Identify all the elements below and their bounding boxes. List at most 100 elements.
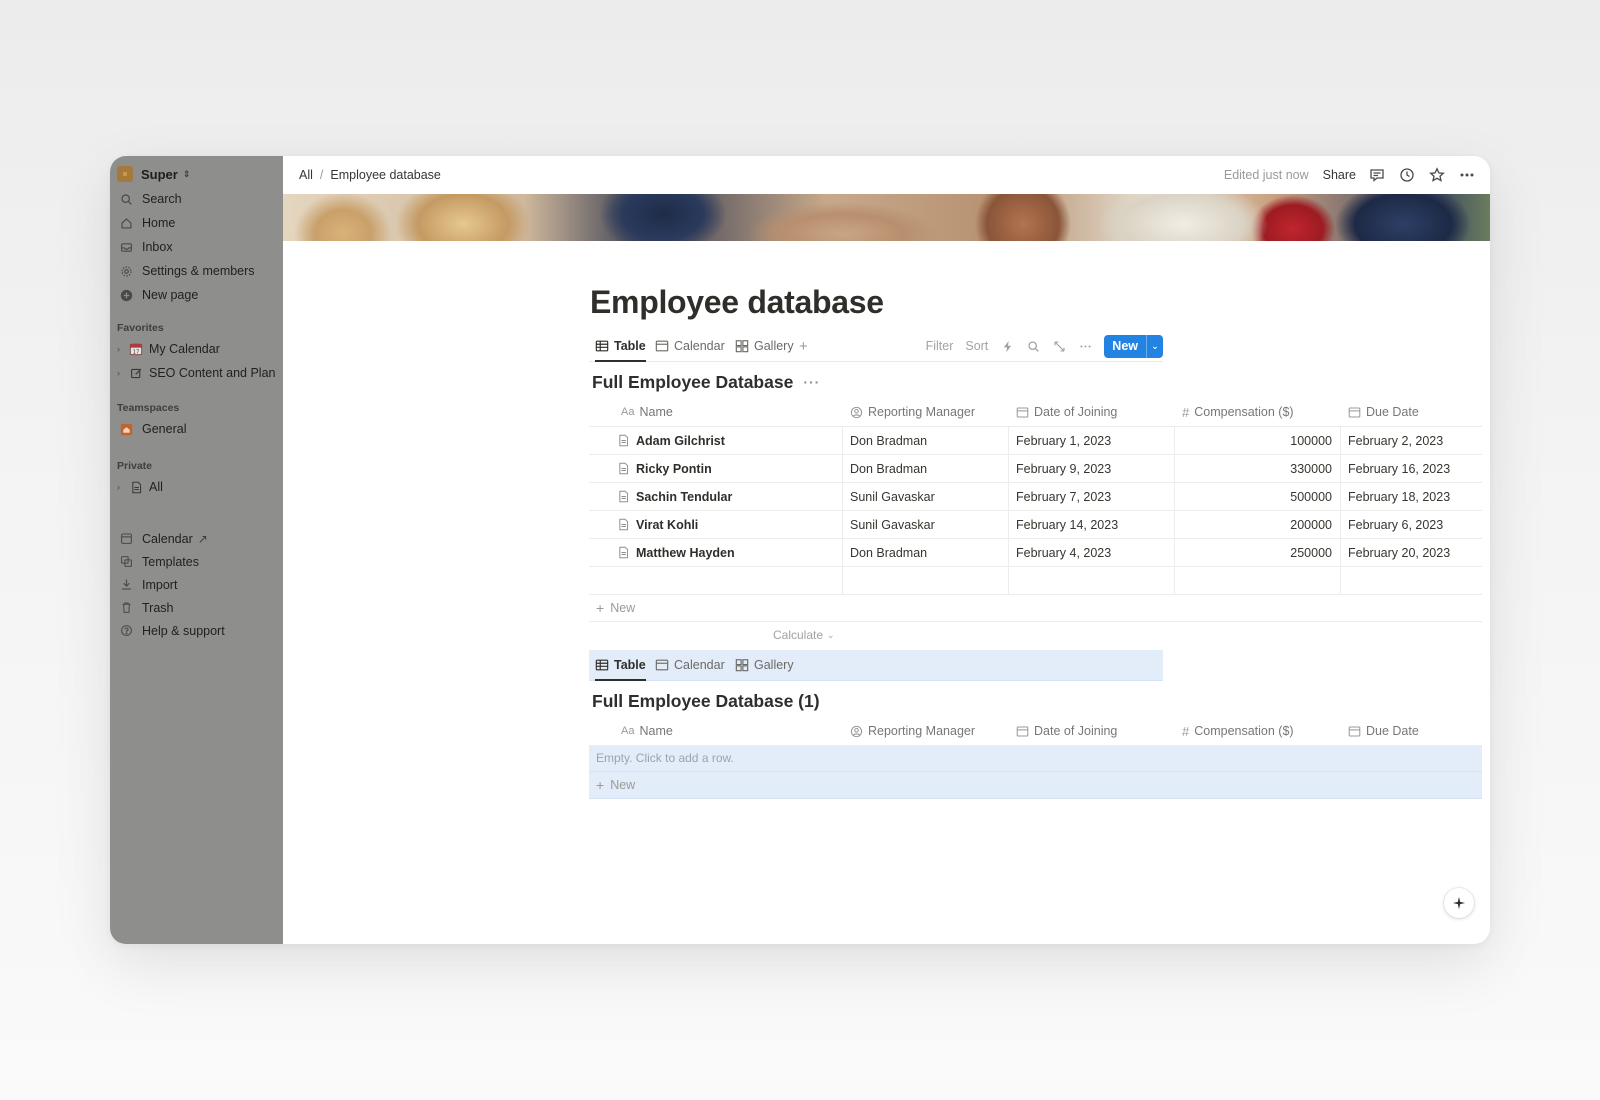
breadcrumb-item-current[interactable]: Employee database — [330, 168, 441, 182]
ai-assistant-button[interactable] — [1444, 888, 1474, 918]
sidebar-item-help[interactable]: Help & support — [110, 619, 283, 642]
more-horizontal-icon[interactable] — [1458, 166, 1476, 184]
cell-due-date[interactable]: February 2, 2023 — [1341, 427, 1482, 454]
more-horizontal-icon[interactable]: ··· — [803, 374, 820, 390]
sidebar-item-settings[interactable]: Settings & members — [110, 259, 283, 283]
sort-button[interactable]: Sort — [965, 339, 988, 353]
table-row[interactable]: Matthew Hayden Don Bradman February 4, 2… — [589, 539, 1482, 567]
cell-compensation[interactable] — [1175, 567, 1341, 594]
cell-name[interactable]: Virat Kohli — [589, 511, 843, 538]
cell-manager[interactable]: Sunil Gavaskar — [843, 483, 1009, 510]
calculate-button[interactable]: Calculate ⌄ — [589, 622, 1482, 648]
automation-bolt-icon[interactable] — [1000, 339, 1014, 353]
cell-doj[interactable]: February 7, 2023 — [1009, 483, 1175, 510]
sidebar-item-inbox[interactable]: Inbox — [110, 235, 283, 259]
sidebar-item-new-page[interactable]: New page — [110, 283, 283, 307]
cell-compensation[interactable]: 330000 — [1175, 455, 1341, 482]
empty-table-placeholder[interactable]: Empty. Click to add a row. — [589, 745, 1482, 772]
column-header-compensation[interactable]: # Compensation ($) — [1175, 717, 1341, 745]
star-icon[interactable] — [1428, 166, 1446, 184]
cell-compensation[interactable]: 100000 — [1175, 427, 1341, 454]
sidebar-item-all[interactable]: › All — [110, 475, 283, 499]
filter-button[interactable]: Filter — [926, 339, 954, 353]
cell-due-date[interactable]: February 16, 2023 — [1341, 455, 1482, 482]
table-row-empty[interactable] — [589, 567, 1482, 595]
cell-compensation[interactable]: 200000 — [1175, 511, 1341, 538]
column-header-name[interactable]: Aa Name — [589, 717, 843, 745]
comment-icon[interactable] — [1368, 166, 1386, 184]
share-button[interactable]: Share — [1323, 168, 1356, 182]
sidebar-item-calendar[interactable]: Calendar ↗ — [110, 527, 283, 550]
new-button-label[interactable]: New — [1104, 335, 1146, 358]
column-header-doj[interactable]: Date of Joining — [1009, 398, 1175, 426]
search-icon[interactable] — [1026, 339, 1040, 353]
sidebar-item-my-calendar[interactable]: › 17 My Calendar — [110, 337, 283, 361]
tab-label: Calendar — [674, 658, 725, 672]
tab-gallery[interactable]: Gallery — [735, 331, 794, 361]
cover-image[interactable] — [283, 194, 1490, 241]
breadcrumb-item-all[interactable]: All — [299, 168, 313, 182]
db-title-text[interactable]: Full Employee Database (1) — [592, 691, 820, 712]
cell-manager[interactable]: Don Bradman — [843, 539, 1009, 566]
cell-name[interactable] — [589, 567, 843, 594]
cell-doj[interactable] — [1009, 567, 1175, 594]
cell-manager[interactable] — [843, 567, 1009, 594]
cell-name[interactable]: Matthew Hayden — [589, 539, 843, 566]
sidebar-item-import[interactable]: Import — [110, 573, 283, 596]
page-title[interactable]: Employee database — [590, 282, 1490, 322]
cell-doj[interactable]: February 4, 2023 — [1009, 539, 1175, 566]
chevron-right-icon[interactable]: › — [117, 482, 126, 492]
cell-manager[interactable]: Sunil Gavaskar — [843, 511, 1009, 538]
cell-doj[interactable]: February 14, 2023 — [1009, 511, 1175, 538]
tab-table[interactable]: Table — [595, 331, 646, 362]
db-title-text[interactable]: Full Employee Database — [592, 372, 793, 393]
cell-manager[interactable]: Don Bradman — [843, 455, 1009, 482]
column-header-compensation[interactable]: # Compensation ($) — [1175, 398, 1341, 426]
cell-doj[interactable]: February 9, 2023 — [1009, 455, 1175, 482]
new-record-button[interactable]: New ⌄ — [1104, 334, 1163, 358]
cell-compensation[interactable]: 500000 — [1175, 483, 1341, 510]
cell-due-date[interactable]: February 6, 2023 — [1341, 511, 1482, 538]
tab-calendar[interactable]: Calendar — [655, 650, 725, 680]
sidebar-item-general[interactable]: General — [110, 417, 283, 441]
workspace-switcher[interactable]: Super ⇕ — [117, 164, 283, 184]
column-header-due-date[interactable]: Due Date — [1341, 398, 1482, 426]
column-header-doj[interactable]: Date of Joining — [1009, 717, 1175, 745]
table-row[interactable]: Sachin Tendular Sunil Gavaskar February … — [589, 483, 1482, 511]
cell-doj[interactable]: February 1, 2023 — [1009, 427, 1175, 454]
more-horizontal-icon[interactable] — [1078, 339, 1092, 353]
cell-name[interactable]: Ricky Pontin — [589, 455, 843, 482]
cell-manager[interactable]: Don Bradman — [843, 427, 1009, 454]
add-row-button[interactable]: + New — [589, 772, 1482, 799]
add-row-button[interactable]: + New — [589, 595, 1482, 622]
column-header-due-date[interactable]: Due Date — [1341, 717, 1482, 745]
cell-due-date[interactable]: February 20, 2023 — [1341, 539, 1482, 566]
tab-gallery[interactable]: Gallery — [735, 650, 794, 680]
add-view-button[interactable]: + — [799, 331, 808, 361]
sidebar-item-search[interactable]: Search — [110, 187, 283, 211]
workspace-name: Super — [141, 166, 178, 182]
cell-name[interactable]: Sachin Tendular — [589, 483, 843, 510]
chevron-down-icon[interactable]: ⌄ — [1146, 334, 1163, 358]
expand-icon[interactable] — [1052, 339, 1066, 353]
sidebar-item-trash[interactable]: Trash — [110, 596, 283, 619]
chevron-right-icon[interactable]: › — [117, 368, 126, 378]
tab-calendar[interactable]: Calendar — [655, 331, 725, 361]
sidebar-item-templates[interactable]: Templates — [110, 550, 283, 573]
table-row[interactable]: Virat Kohli Sunil Gavaskar February 14, … — [589, 511, 1482, 539]
cell-compensation[interactable]: 250000 — [1175, 539, 1341, 566]
table-row[interactable]: Adam Gilchrist Don Bradman February 1, 2… — [589, 427, 1482, 455]
cell-due-date[interactable]: February 18, 2023 — [1341, 483, 1482, 510]
column-header-manager[interactable]: Reporting Manager — [843, 717, 1009, 745]
chevron-right-icon[interactable]: › — [117, 344, 126, 354]
table-row[interactable]: Ricky Pontin Don Bradman February 9, 202… — [589, 455, 1482, 483]
sidebar-item-seo-content[interactable]: › SEO Content and Plan — [110, 361, 283, 385]
tab-table[interactable]: Table — [595, 650, 646, 681]
cell-name[interactable]: Adam Gilchrist — [589, 427, 843, 454]
history-icon[interactable] — [1398, 166, 1416, 184]
table-icon — [595, 659, 609, 671]
cell-due-date[interactable] — [1341, 567, 1482, 594]
column-header-manager[interactable]: Reporting Manager — [843, 398, 1009, 426]
column-header-name[interactable]: Aa Name — [589, 398, 843, 426]
sidebar-item-home[interactable]: Home — [110, 211, 283, 235]
